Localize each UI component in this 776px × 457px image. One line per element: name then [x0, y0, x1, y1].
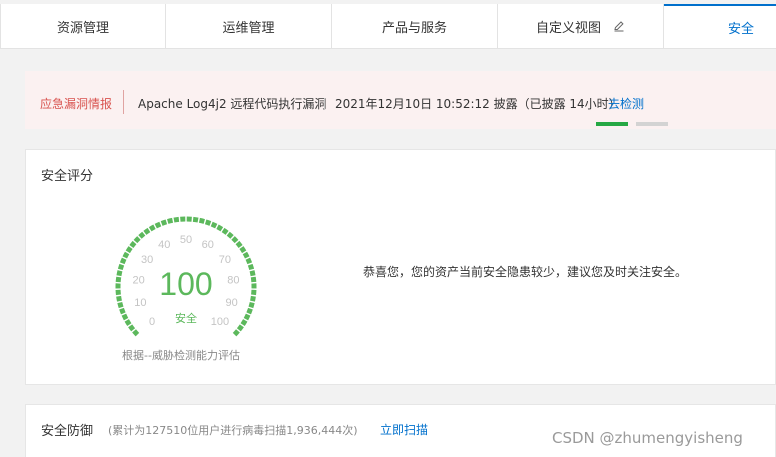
gauge-segment — [235, 240, 243, 248]
tab-label: 安全 — [728, 21, 755, 37]
gauge-segment — [198, 217, 205, 224]
gauge-segment — [243, 313, 251, 321]
tab-label: 产品与服务 — [381, 20, 447, 36]
alert-divider — [324, 98, 325, 110]
gauge-segment — [216, 224, 224, 232]
alert-title: Apache Log4j2 远程代码执行漏洞 — [138, 97, 327, 111]
gauge-segment — [239, 246, 247, 254]
score-card-title: 安全评分 — [41, 169, 94, 184]
gauge-segment — [122, 251, 130, 259]
gauge-segment — [116, 295, 122, 302]
watermark: CSDN @zhumengyisheng — [552, 429, 743, 447]
gauge-segment — [115, 276, 122, 283]
gauge-segment — [242, 251, 250, 259]
security-score-card: 安全评分 0 10 20 30 40 50 60 70 80 90 100 100 安全 根据--威… — [25, 149, 776, 385]
carousel-indicator-active[interactable] — [596, 122, 628, 126]
score-gauge: 010 20 30 40 50 60 70 80 90 100 100 安全 — [115, 216, 257, 337]
tab-label: 资源管理 — [56, 20, 109, 36]
gauge-segment — [226, 231, 234, 239]
gauge-segment — [160, 219, 168, 226]
gauge-segment — [143, 227, 151, 235]
gauge-segment — [148, 224, 156, 232]
gauge-segment — [250, 276, 257, 283]
gauge-segment — [247, 263, 255, 271]
gauge-tick-label: 40 — [158, 239, 170, 251]
security-console: 资源管理 运维管理 产品与服务 自定义视图 安全 应急漏洞情报 Apache L… — [0, 0, 776, 457]
tab-custom-view[interactable]: 自定义视图 — [498, 4, 664, 48]
gauge-tick-label: 0 — [149, 316, 155, 328]
gauge-segment — [132, 329, 140, 337]
gauge-segment — [204, 219, 212, 226]
tab-products-services[interactable]: 产品与服务 — [332, 4, 498, 48]
gauge-segment — [116, 270, 123, 277]
gauge-tick-label: 30 — [141, 254, 153, 266]
score-status: 安全 — [175, 311, 197, 325]
tab-ops-management[interactable]: 运维管理 — [166, 4, 332, 48]
score-note: 根据--威胁检测能力评估 — [122, 349, 240, 362]
scan-now-link[interactable]: 立即扫描 — [380, 421, 428, 438]
gauge-tick-label: 10 — [134, 297, 146, 309]
gauge-tick-label: 60 — [202, 239, 214, 251]
gauge-segment — [245, 257, 253, 265]
gauge-segment — [128, 324, 136, 332]
top-tab-bar: 资源管理 运维管理 产品与服务 自定义视图 安全 — [0, 4, 776, 49]
detect-link[interactable]: 去检测 — [608, 95, 644, 112]
gauge-segment — [248, 301, 255, 309]
carousel-indicator[interactable] — [636, 122, 668, 126]
alert-tag: 应急漏洞情报 — [40, 97, 113, 111]
gauge-segment — [246, 307, 253, 315]
gauge-segment — [154, 221, 162, 229]
gauge-segment — [249, 270, 256, 277]
gauge-tick-label: 20 — [132, 274, 144, 286]
edit-icon[interactable] — [613, 20, 625, 32]
tab-label: 运维管理 — [222, 20, 275, 36]
tab-label: 自定义视图 — [535, 20, 601, 36]
gauge-segment — [129, 240, 137, 248]
gauge-segment — [125, 246, 133, 254]
gauge-segment — [236, 324, 244, 332]
alert-divider — [123, 90, 124, 114]
gauge-segment — [117, 263, 125, 271]
defense-subtitle: (累计为127510位用户进行病毒扫描1,936,444次) — [108, 424, 358, 437]
gauge-tick-label: 70 — [219, 254, 231, 266]
gauge-segment — [119, 307, 126, 315]
gauge-segment — [250, 295, 256, 302]
gauge-segment — [117, 301, 124, 309]
gauge-segment — [167, 217, 174, 224]
gauge-segment — [121, 313, 129, 321]
gauge-segment — [124, 319, 132, 327]
gauge-segment — [240, 319, 248, 327]
gauge-segment — [231, 236, 239, 244]
gauge-segment — [173, 216, 180, 223]
gauge-segment — [232, 329, 240, 337]
tab-resource-management[interactable]: 资源管理 — [0, 4, 166, 48]
defense-card-title: 安全防御 — [41, 424, 94, 439]
gauge-tick-label: 50 — [180, 234, 192, 246]
tab-security[interactable]: 安全 — [664, 4, 776, 48]
gauge-segment — [221, 227, 229, 235]
gauge-segment — [133, 236, 141, 244]
alert-timestamp: 2021年12月10日 10:52:12 披露（已披露 14小时） — [335, 97, 621, 111]
gauge-tick-label: 80 — [227, 274, 239, 286]
gauge-tick-label: 100 — [211, 316, 229, 328]
score-value: 100 — [159, 266, 212, 302]
gauge-segment — [192, 216, 199, 223]
gauge-segment — [138, 231, 146, 239]
gauge-segment — [210, 221, 218, 229]
gauge-tick-label: 90 — [226, 297, 238, 309]
vulnerability-alert-banner: 应急漏洞情报 Apache Log4j2 远程代码执行漏洞 2021年12月10… — [25, 71, 776, 129]
gauge-segment — [119, 257, 127, 265]
score-message: 恭喜您，您的资产当前安全隐患较少，建议您及时关注安全。 — [363, 265, 688, 279]
